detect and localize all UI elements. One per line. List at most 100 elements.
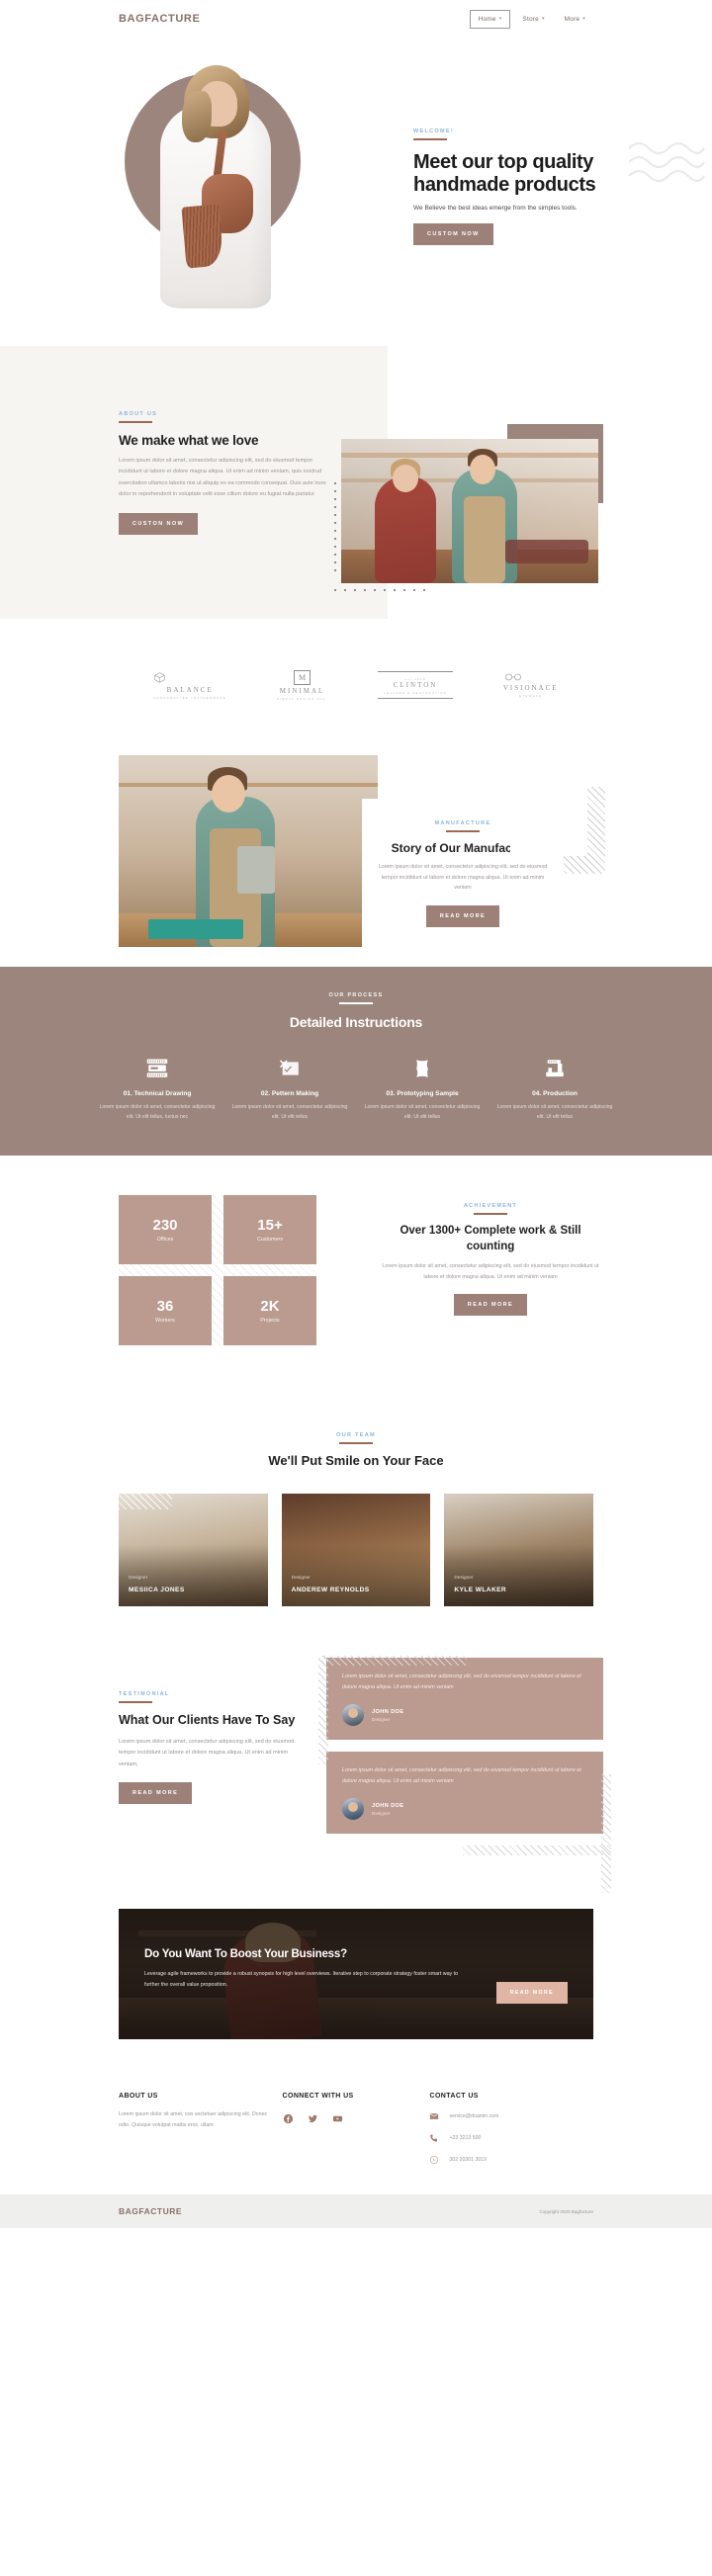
testimonial-section: TESTIMONIAL What Our Clients Have To Say… <box>0 1646 712 1894</box>
logo-clinton-est: est-2020 <box>404 677 426 681</box>
hatch-decoration <box>601 1774 611 1894</box>
hero-cta-button[interactable]: CUSTOM NOW <box>413 222 493 245</box>
site-header: BAGFACTURE Home ▾ Store ▾ More ▾ <box>0 0 712 38</box>
hatch-decoration <box>463 1846 611 1856</box>
story-text: Lorem ipsum dolor sit amet, consectetur … <box>378 864 548 892</box>
testimonial-cards: Lorem ipsum dolor sit amet, consectetur … <box>318 1656 611 1894</box>
achievement-read-more-button[interactable]: READ MORE <box>453 1294 528 1317</box>
stat-value: 36 <box>156 1297 174 1315</box>
chevron-down-icon: ▾ <box>582 16 585 22</box>
main-nav: Home ▾ Store ▾ More ▾ <box>469 9 593 29</box>
stat-value: 15+ <box>257 1216 283 1234</box>
cta-text: Leverage agile frameworks to provide a r… <box>144 1971 459 1988</box>
about-title: We make what we love <box>119 433 259 448</box>
logo-text[interactable]: BAGFACTURE <box>119 13 200 25</box>
stat-value: 2K <box>260 1297 280 1315</box>
story-read-more-button[interactable]: READ MORE <box>425 904 500 927</box>
eyebrow-rule <box>119 1701 152 1704</box>
testimonial-author-role: Designer <box>372 1716 391 1722</box>
process-title: Detailed Instructions <box>289 1014 423 1030</box>
stat-card: 15+ Customers <box>223 1195 316 1265</box>
twitter-icon[interactable] <box>308 2113 318 2124</box>
testimonial-read-more-button[interactable]: READ MORE <box>119 1782 193 1805</box>
logo-clinton-sub: LEATHER & RESTORATION <box>384 691 447 695</box>
cta-banner: Do You Want To Boost Your Business? Leve… <box>119 1909 593 2040</box>
eyebrow-rule <box>413 138 447 140</box>
team-member-name: ANDEREW REYNOLDS <box>291 1587 370 1594</box>
eyebrow-rule <box>446 830 480 832</box>
sewing-machine-icon <box>493 1056 616 1081</box>
testimonial-card: Lorem ipsum dolor sit amet, consectetur … <box>326 1658 603 1741</box>
team-member-card[interactable]: Designer ANDEREW REYNOLDS <box>281 1494 431 1607</box>
testimonial-card: Lorem ipsum dolor sit amet, consectetur … <box>326 1752 603 1835</box>
about-copy: ABOUT US We make what we love Lorem ipsu… <box>119 411 328 535</box>
contact-phone[interactable]: +23 3213 500 <box>449 2135 481 2141</box>
testimonial-title: What Our Clients Have To Say <box>119 1713 296 1728</box>
hero-section: WELCOME! Meet our top quality handmade p… <box>0 38 712 334</box>
process-step: 02. Pettern Making Lorem ipsum dolor sit… <box>228 1056 351 1122</box>
cta-read-more-button[interactable]: READ MORE <box>495 1982 568 2005</box>
testimonial-quote: Lorem ipsum dolor sit amet, consectetur … <box>342 1767 581 1784</box>
team-member-name: KYLE WLAKER <box>454 1587 507 1594</box>
contact-row: 302 20301 3019 <box>429 2155 593 2165</box>
partner-logos: BALANCE HANDCRAFTED LEATHERWARE M MINIMA… <box>0 631 712 739</box>
about-eyebrow: ABOUT US <box>119 411 158 417</box>
contact-email[interactable]: service@doamin.com <box>449 2113 498 2119</box>
story-section: MANUFACTURE Story of Our Manufacture Lor… <box>0 739 712 967</box>
logo-balance-sub: HANDCRAFTED LEATHERWARE <box>153 695 226 700</box>
process-step-text: Lorem ipsum dolor sit amet, consectetur … <box>99 1104 216 1121</box>
cutting-mat <box>148 919 243 939</box>
logo-minimal: M MINIMAL SIMPLY DESIGN INC. <box>277 669 328 701</box>
m-monogram-icon: M <box>277 669 328 685</box>
footer-contact-title: CONTACT US <box>429 2093 479 2101</box>
copyright-text: Copyright 2020 Bagfacture <box>539 2208 593 2214</box>
logo-visionace: VISIONACE EYEWEAR <box>503 672 559 698</box>
worker-green-head <box>470 455 495 484</box>
process-step-text: Lorem ipsum dolor sit amet, consectetur … <box>496 1104 613 1121</box>
facebook-icon[interactable] <box>283 2113 294 2124</box>
about-text: Lorem ipsum dolor sit amet, consectetur … <box>119 458 326 498</box>
stat-label: Offices <box>156 1236 174 1243</box>
team-title: We'll Put Smile on Your Face <box>268 1453 444 1469</box>
process-step-title: 01. Technical Drawing <box>123 1090 192 1097</box>
team-member-card[interactable]: Designer MESIICA JONES <box>119 1494 268 1607</box>
team-member-card[interactable]: Designer KYLE WLAKER <box>444 1494 594 1607</box>
process-step-title: 02. Pettern Making <box>260 1090 319 1097</box>
process-eyebrow-wrap: OUR PROCESS <box>0 992 712 1004</box>
craftsman-head <box>212 775 245 813</box>
clinton-rule-frame: est-2020 CLINTON LEATHER & RESTORATION <box>378 671 453 699</box>
footer-logo-text[interactable]: BAGFACTURE <box>119 2206 182 2216</box>
mail-icon <box>429 2111 439 2121</box>
chevron-down-icon: ▾ <box>541 16 545 22</box>
footer-bottom-bar: BAGFACTURE Copyright 2020 Bagfacture <box>0 2194 712 2229</box>
testimonial-copy: TESTIMONIAL What Our Clients Have To Say… <box>119 1691 307 1805</box>
ruler-drawing-icon <box>96 1056 219 1081</box>
stat-value: 230 <box>152 1216 178 1234</box>
whatsapp-icon <box>429 2155 439 2165</box>
process-step-text: Lorem ipsum dolor sit amet, consectetur … <box>231 1104 348 1121</box>
contact-whatsapp[interactable]: 302 20301 3019 <box>449 2157 487 2163</box>
youtube-icon[interactable] <box>332 2113 343 2124</box>
stat-label: Projects <box>260 1317 280 1324</box>
achievement-eyebrow: ACHIEVEMENT <box>463 1203 518 1210</box>
team-member-name: MESIICA JONES <box>129 1587 185 1594</box>
testimonial-quote: Lorem ipsum dolor sit amet, consectetur … <box>342 1674 581 1690</box>
logo-clinton-name: CLINTON <box>393 681 438 689</box>
avatar <box>342 1798 364 1821</box>
model-hair-front <box>182 91 212 142</box>
stats-grid: 230 Offices 15+ Customers 36 Workers 2K … <box>119 1195 316 1346</box>
achievement-text: Lorem ipsum dolor sit amet, consectetur … <box>382 1263 599 1280</box>
nav-item-store[interactable]: Store ▾ <box>514 11 552 28</box>
social-links <box>283 2113 430 2124</box>
avatar <box>342 1704 364 1727</box>
testimonial-text: Lorem ipsum dolor sit amet, consectetur … <box>119 1738 295 1767</box>
nav-label-more: More <box>564 15 580 23</box>
about-cta-button[interactable]: CUSTON NOW <box>119 512 199 535</box>
process-steps: 01. Technical Drawing Lorem ipsum dolor … <box>0 1056 712 1122</box>
dots-vertical-decoration <box>334 482 336 571</box>
story-image <box>119 755 378 947</box>
nav-item-home[interactable]: Home ▾ <box>469 9 511 29</box>
testimonial-author: JOHN DOE Designer <box>342 1704 587 1727</box>
testimonial-author-name: JOHN DOE <box>372 1708 404 1715</box>
nav-item-more[interactable]: More ▾ <box>557 11 593 28</box>
